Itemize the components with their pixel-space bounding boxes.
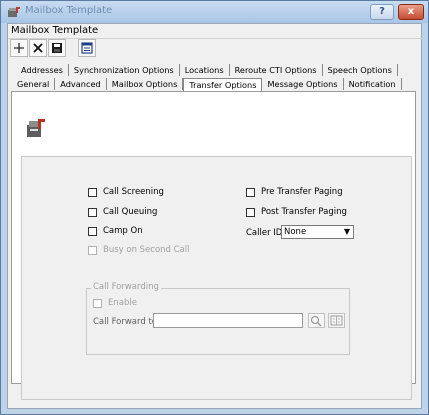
tab-transfer-options[interactable]: Transfer Options xyxy=(183,78,263,91)
enable-forwarding-label: Enable xyxy=(108,298,137,308)
add-icon xyxy=(14,43,24,53)
properties-icon xyxy=(81,42,93,54)
busy-on-second-call-label: Busy on Second Call xyxy=(103,245,190,255)
call-queuing-checkbox[interactable] xyxy=(88,207,97,217)
window-title: Mailbox Template xyxy=(25,5,113,16)
close-button[interactable]: x xyxy=(398,4,424,20)
camp-on-checkbox[interactable] xyxy=(88,226,97,236)
camp-on-option[interactable]: Camp On xyxy=(88,226,143,236)
tab-reroute-cti-options[interactable]: Reroute CTI Options xyxy=(230,64,323,76)
save-icon xyxy=(52,43,62,53)
call-forwarding-group: Call Forwarding Enable Call Forward to xyxy=(86,282,350,355)
tab-synchronization-options[interactable]: Synchronization Options xyxy=(69,64,180,76)
save-button[interactable] xyxy=(48,39,66,57)
tab-row-1: Addresses Synchronization Options Location… xyxy=(16,64,398,77)
tab-speech-options[interactable]: Speech Options xyxy=(323,64,398,76)
properties-button[interactable] xyxy=(78,39,96,57)
help-button[interactable]: ? xyxy=(370,4,394,20)
call-queuing-label: Call Queuing xyxy=(103,207,158,217)
phone-lookup-icon xyxy=(310,315,322,327)
tab-mailbox-options[interactable]: Mailbox Options xyxy=(107,78,184,90)
caller-id-value: None xyxy=(284,227,307,237)
delete-icon xyxy=(33,43,43,53)
address-book-button[interactable] xyxy=(328,313,345,328)
chevron-down-icon[interactable]: ▼ xyxy=(344,226,350,238)
enable-forwarding-checkbox[interactable] xyxy=(93,298,102,308)
pre-transfer-paging-option[interactable]: Pre Transfer Paging xyxy=(246,187,343,197)
post-transfer-paging-option[interactable]: Post Transfer Paging xyxy=(246,207,347,217)
tab-notification[interactable]: Notification xyxy=(344,78,402,90)
lookup-number-button[interactable] xyxy=(308,313,325,328)
call-screening-checkbox[interactable] xyxy=(88,187,97,197)
transfer-options-area: Call Screening Call Queuing Camp On Busy… xyxy=(21,156,412,400)
busy-on-second-call-checkbox[interactable] xyxy=(88,245,97,255)
tab-message-options[interactable]: Message Options xyxy=(262,78,344,90)
call-screening-label: Call Screening xyxy=(103,187,164,197)
post-transfer-paging-label: Post Transfer Paging xyxy=(261,207,347,217)
address-book-icon xyxy=(330,315,343,326)
mailbox-template-window: Mailbox Template ? x Mailbox Template Ad… xyxy=(0,0,429,415)
camp-on-label: Camp On xyxy=(103,226,143,236)
mailbox-app-icon xyxy=(8,7,20,17)
add-button[interactable] xyxy=(10,39,28,57)
post-transfer-paging-checkbox[interactable] xyxy=(246,207,255,217)
call-screening-option[interactable]: Call Screening xyxy=(88,187,164,197)
call-queuing-option[interactable]: Call Queuing xyxy=(88,207,157,217)
pre-transfer-paging-checkbox[interactable] xyxy=(246,187,255,197)
call-forward-to-label: Call Forward to xyxy=(93,317,157,327)
caller-id-select[interactable]: None ▼ xyxy=(281,225,354,239)
tab-general[interactable]: General xyxy=(12,78,56,90)
busy-on-second-call-option[interactable]: Busy on Second Call xyxy=(88,245,190,255)
tab-advanced[interactable]: Advanced xyxy=(55,78,107,90)
tab-addresses[interactable]: Addresses xyxy=(16,64,69,76)
tab-row-2: General Advanced Mailbox Options Transfer O… xyxy=(12,77,402,91)
enable-forwarding-option[interactable]: Enable xyxy=(93,298,137,308)
document-title: Mailbox Template xyxy=(8,24,424,39)
caller-id-label: Caller ID xyxy=(246,228,283,238)
mailbox-transfer-icon xyxy=(27,119,45,137)
delete-button[interactable] xyxy=(29,39,47,57)
pre-transfer-paging-label: Pre Transfer Paging xyxy=(261,187,343,197)
tab-locations[interactable]: Locations xyxy=(180,64,230,76)
call-forward-to-input[interactable] xyxy=(153,313,303,328)
call-forwarding-title: Call Forwarding xyxy=(91,282,161,292)
title-bar[interactable]: Mailbox Template ? x xyxy=(1,1,428,23)
